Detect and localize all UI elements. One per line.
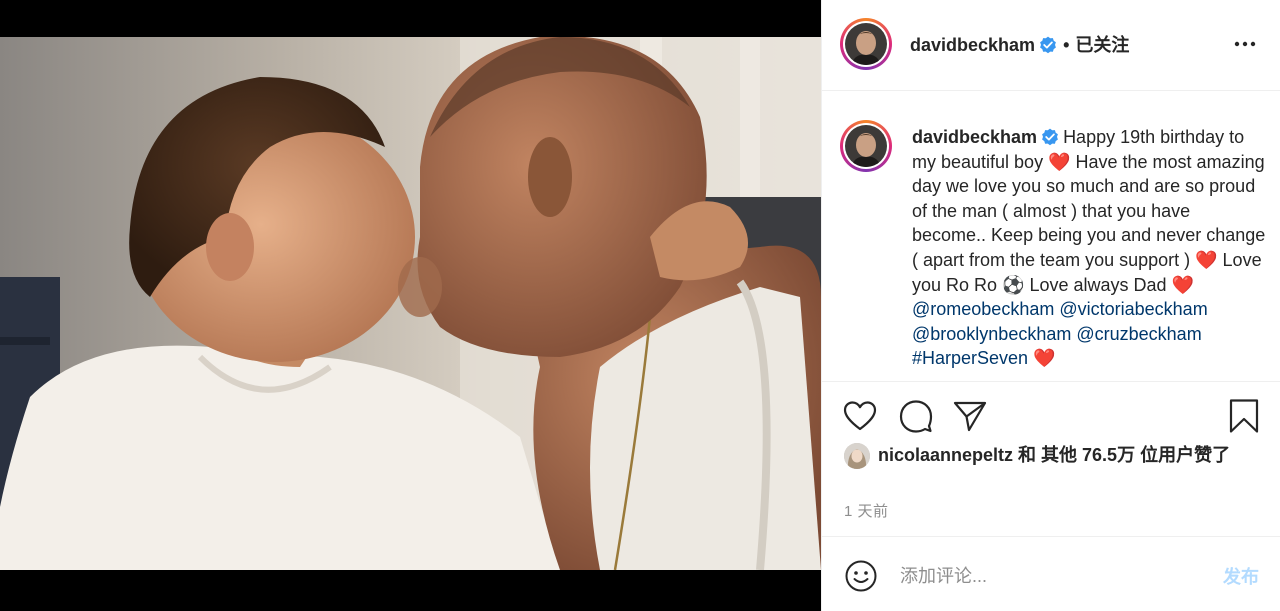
verified-badge-icon [1040, 36, 1056, 54]
action-bar [822, 382, 1280, 442]
heart-outline-icon[interactable] [842, 398, 878, 434]
caption-body: Happy 19th birthday to my beautiful boy … [912, 127, 1265, 368]
liker-avatar[interactable] [844, 443, 870, 469]
avatar-image [845, 125, 887, 167]
caption-username[interactable]: davidbeckham [912, 127, 1037, 147]
header-separator: • [1063, 35, 1070, 55]
verified-badge-icon [1042, 128, 1058, 146]
post-photo[interactable] [0, 37, 821, 570]
paper-plane-icon[interactable] [952, 398, 988, 434]
author-avatar[interactable] [840, 18, 892, 70]
smiley-icon[interactable] [844, 559, 878, 593]
comment-bubble-icon[interactable] [898, 398, 934, 434]
caption-author-avatar[interactable] [840, 120, 892, 172]
post-photo-image [0, 37, 821, 570]
heart-emoji: ❤️ [1195, 249, 1218, 270]
comment-bar: 发布 [822, 536, 1280, 611]
more-horizontal-icon[interactable] [1231, 30, 1259, 58]
comment-input[interactable] [898, 559, 1202, 593]
likes-text: nicolaannepeltz 和 其他 76.5万 位用户赞了 [878, 443, 1258, 467]
mention-link[interactable]: @brooklynbeckham [912, 324, 1071, 344]
bookmark-icon[interactable] [1226, 398, 1262, 434]
caption-text: Love always Dad [1024, 274, 1172, 295]
heart-emoji: ❤️ [1033, 348, 1056, 369]
caption-text: ⚽ [1002, 274, 1025, 295]
caption-area: davidbeckham Happy 19th birthday to my be… [822, 91, 1280, 382]
post-header: davidbeckham • 已关注 [822, 0, 1280, 91]
post-sidebar: davidbeckham • 已关注 davidbeckham Happy 19th … [821, 0, 1280, 611]
post-comment-button[interactable]: 发布 [1223, 563, 1259, 589]
mention-link[interactable]: @romeobeckham [912, 299, 1054, 319]
header-username[interactable]: davidbeckham [910, 35, 1035, 55]
post-timestamp[interactable]: 1 天前 [844, 500, 889, 521]
mention-link[interactable]: @victoriabeckham [1059, 299, 1207, 319]
hashtag-link[interactable]: #HarperSeven [912, 348, 1028, 368]
heart-emoji: ❤️ [1171, 274, 1194, 295]
liker-username[interactable]: nicolaannepeltz [878, 445, 1013, 465]
avatar-image [845, 23, 887, 65]
mention-link[interactable]: @cruzbeckham [1076, 324, 1201, 344]
follow-status-button[interactable]: 已关注 [1075, 35, 1129, 55]
post-media[interactable] [0, 0, 821, 611]
heart-emoji: ❤️ [1048, 151, 1071, 172]
likes-count-text[interactable]: 和 其他 76.5万 位用户赞了 [1013, 445, 1230, 465]
post-caption: davidbeckham Happy 19th birthday to my be… [912, 125, 1268, 371]
header-user: davidbeckham • 已关注 [910, 31, 1129, 57]
